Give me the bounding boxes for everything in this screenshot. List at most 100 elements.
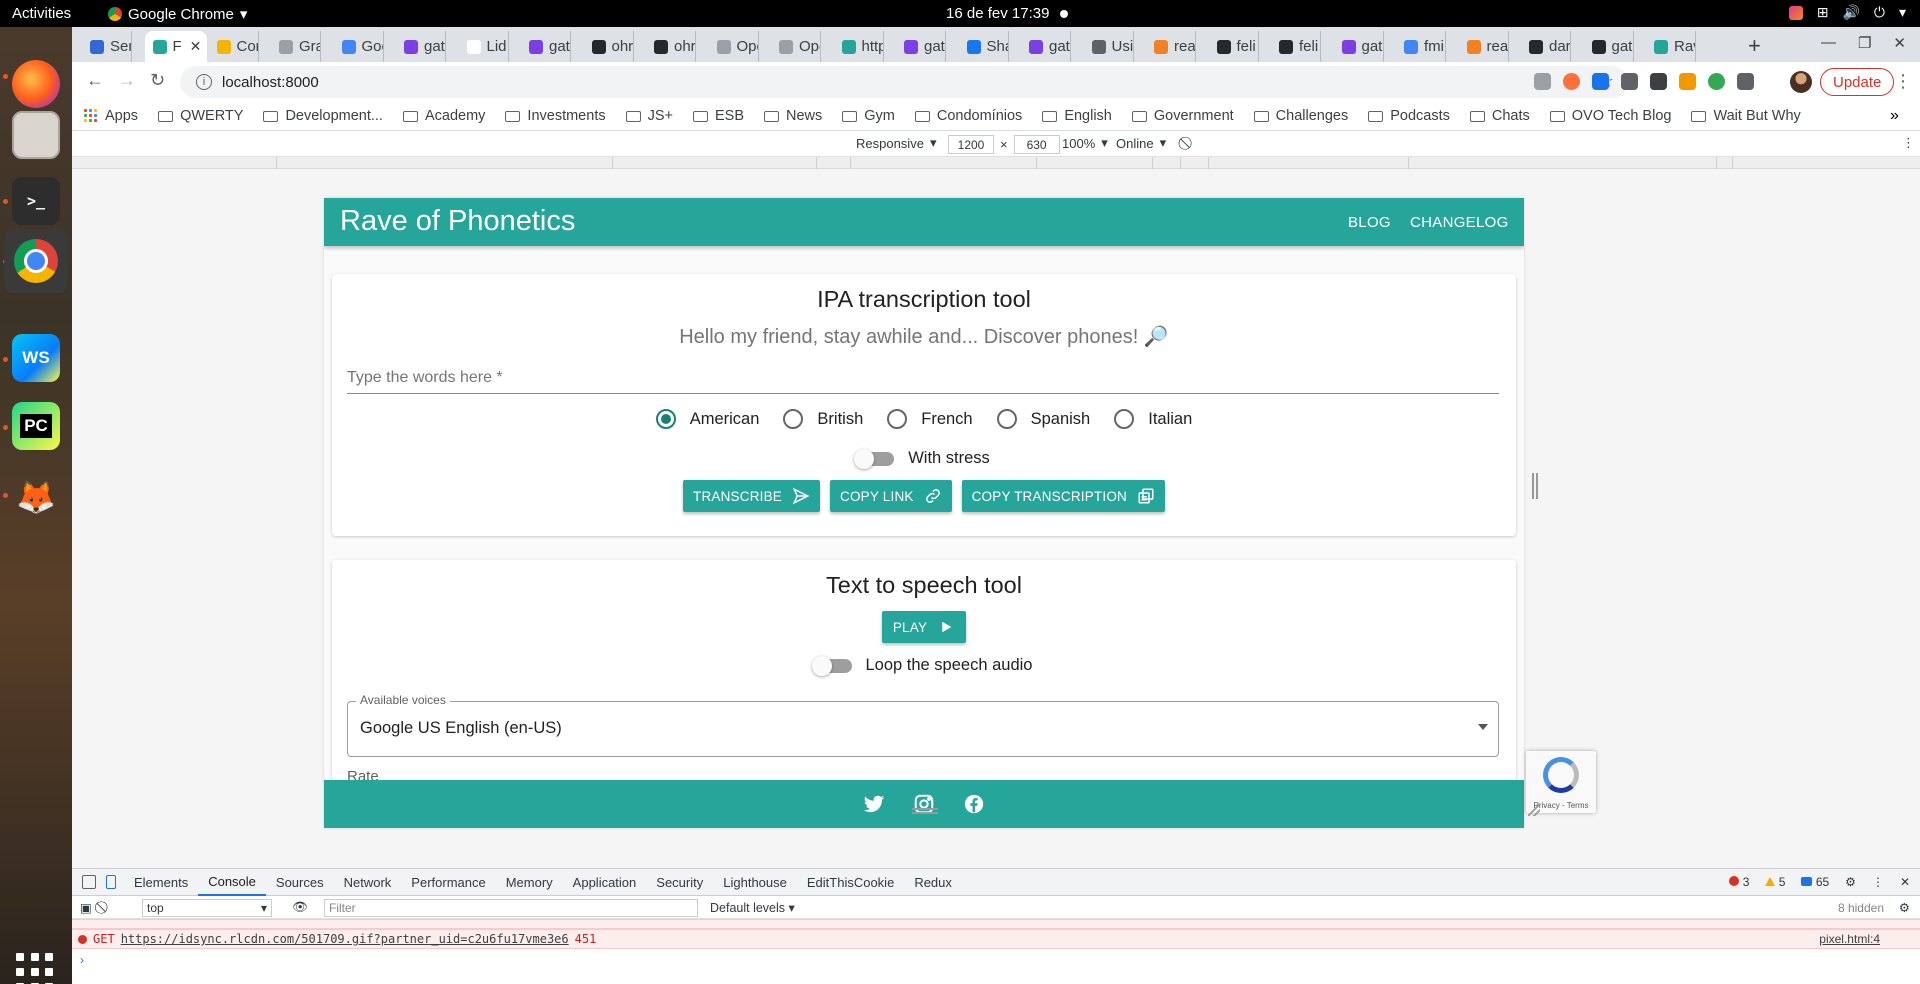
bookmark-item[interactable]: OVO Tech Blog (1549, 108, 1671, 124)
more-menu-icon[interactable]: ⋮ (1894, 71, 1912, 92)
puzzle-icon[interactable] (1737, 73, 1754, 90)
extension-icon[interactable] (1708, 73, 1725, 90)
radio-button[interactable] (783, 409, 804, 429)
stress-toggle[interactable] (854, 448, 895, 469)
app-menu[interactable]: Google Chrome ▾ (108, 5, 247, 23)
devtools-tab-network[interactable]: Network (334, 869, 402, 896)
camera-icon[interactable] (1534, 73, 1551, 90)
radio-button[interactable] (887, 409, 908, 429)
forward-icon[interactable]: → (118, 70, 136, 91)
copy-transcription-button[interactable]: COPY TRANSCRIPTION (961, 480, 1165, 512)
browser-tab[interactable]: feli (1209, 31, 1259, 62)
browser-tab[interactable]: gat (896, 31, 946, 62)
console-prompt[interactable]: › (80, 953, 84, 967)
radio-button[interactable] (655, 409, 676, 429)
voices-select[interactable]: Available voices Google US English (en-U… (347, 693, 1499, 757)
terminal-icon[interactable]: >_ (12, 177, 60, 225)
browser-tab[interactable]: Sha (959, 31, 1009, 62)
pycharm-icon[interactable]: PC (12, 402, 60, 450)
devtools-tab-application[interactable]: Application (563, 869, 647, 896)
device-toolbar-more-icon[interactable]: ⋮ (1902, 135, 1915, 151)
url-text[interactable]: localhost:8000 (222, 74, 319, 91)
clock[interactable]: 16 de fev 17:39 (946, 5, 1049, 22)
console-filter-input[interactable]: Filter (324, 899, 698, 917)
media-query-ruler[interactable] (72, 157, 1920, 169)
update-button[interactable]: Update (1820, 68, 1895, 96)
console-settings-icon[interactable]: ⚙ (1899, 900, 1910, 915)
avatar[interactable] (1790, 71, 1812, 93)
browser-tab[interactable]: feli (1271, 31, 1321, 62)
bookmark-apps[interactable]: Apps (84, 108, 138, 124)
language-radio-italian[interactable]: Italian (1114, 409, 1192, 429)
copy-link-button[interactable]: COPY LINK (830, 480, 952, 512)
devtools-tab-console[interactable]: Console (198, 869, 266, 896)
zoom-select[interactable]: 100% (1062, 136, 1095, 151)
devtools-tab-memory[interactable]: Memory (496, 869, 563, 896)
device-mode-select[interactable]: Responsive (856, 136, 924, 151)
bookmark-item[interactable]: JS+ (625, 108, 673, 124)
tab-close-icon[interactable]: ✕ (190, 38, 202, 55)
devtools-tab-performance[interactable]: Performance (401, 869, 495, 896)
log-levels-select[interactable]: Default levels ▾ (710, 900, 795, 915)
context-select[interactable]: top ▾ (142, 899, 272, 917)
bookmark-item[interactable]: Academy (402, 108, 485, 124)
extension-icon[interactable] (1592, 73, 1609, 90)
browser-tab[interactable]: F ✕ (144, 31, 207, 62)
extension-icon[interactable] (1621, 73, 1638, 90)
viewport-resize-handle-bottom[interactable] (912, 808, 938, 814)
language-radio-french[interactable]: French (887, 409, 973, 429)
minimize-icon[interactable]: — (1821, 34, 1836, 52)
browser-tab[interactable]: gat (1021, 31, 1071, 62)
log-source-link[interactable]: pixel.html:4 (1819, 932, 1880, 946)
extension-icon[interactable] (1563, 73, 1580, 90)
system-tray[interactable]: ⊞ 🔊 ⏻ ▾ (1788, 4, 1906, 21)
reload-icon[interactable]: ↻ (150, 70, 165, 91)
address-bar[interactable]: i localhost:8000 ☆ (180, 66, 1628, 98)
radio-button[interactable] (996, 409, 1017, 429)
bookmark-item[interactable]: Podcasts (1368, 108, 1450, 124)
language-radio-british[interactable]: British (783, 409, 863, 429)
loop-toggle[interactable] (811, 655, 852, 676)
browser-tab[interactable]: gat (1584, 31, 1634, 62)
devtools-tab-security[interactable]: Security (646, 869, 713, 896)
bookmark-item[interactable]: Challenges (1253, 108, 1348, 124)
browser-tab[interactable]: gat (1334, 31, 1384, 62)
viewport-resize-handle-right[interactable] (1532, 473, 1538, 499)
twitter-icon[interactable] (863, 793, 885, 815)
bookmark-item[interactable]: QWERTY (158, 108, 243, 124)
language-radio-american[interactable]: American (655, 409, 759, 429)
bookmark-item[interactable]: Investments (505, 108, 606, 124)
message-count[interactable]: 65 (1801, 875, 1829, 889)
extension-icon[interactable] (1679, 73, 1696, 90)
bookmark-item[interactable]: Gym (842, 108, 895, 124)
chevron-right-icon[interactable]: » (1890, 107, 1908, 125)
chevron-down-icon[interactable]: ▾ (1899, 4, 1906, 21)
browser-tab[interactable]: Rav (1646, 31, 1696, 62)
devtools-tab-sources[interactable]: Sources (266, 869, 334, 896)
play-button[interactable]: PLAY (882, 611, 966, 643)
activities-button[interactable]: Activities (12, 5, 71, 22)
height-input[interactable]: 630 (1013, 135, 1060, 154)
browser-tab[interactable]: Ser (82, 31, 132, 62)
bookmark-item[interactable]: Condomínios (914, 108, 1022, 124)
volume-icon[interactable]: 🔊 (1842, 4, 1859, 21)
close-icon[interactable]: ✕ (1900, 875, 1910, 889)
browser-tab[interactable]: rea (1459, 31, 1509, 62)
nav-changelog-link[interactable]: CHANGELOG (1410, 214, 1509, 231)
browser-tab[interactable]: gat (396, 31, 446, 62)
browser-tab[interactable]: dar (1521, 31, 1571, 62)
bookmark-item[interactable]: News (764, 108, 822, 124)
browser-tab[interactable]: ohr (584, 31, 634, 62)
language-radio-spanish[interactable]: Spanish (996, 409, 1090, 429)
width-input[interactable]: 1200 (948, 135, 994, 154)
files-icon[interactable] (12, 111, 60, 159)
bookmark-item[interactable]: Chats (1469, 108, 1530, 124)
browser-tab[interactable]: ohr (646, 31, 696, 62)
show-apps-icon[interactable] (16, 952, 56, 984)
app-indicator-icon[interactable] (1788, 6, 1803, 20)
devtools-tab-redux[interactable]: Redux (904, 869, 962, 896)
eye-icon[interactable]: 👁 (292, 900, 308, 915)
browser-tab[interactable]: Cor (209, 31, 259, 62)
browser-tab[interactable]: Ope (709, 31, 759, 62)
log-url-link[interactable]: https://idsync.rlcdn.com/501709.gif?part… (121, 932, 569, 946)
